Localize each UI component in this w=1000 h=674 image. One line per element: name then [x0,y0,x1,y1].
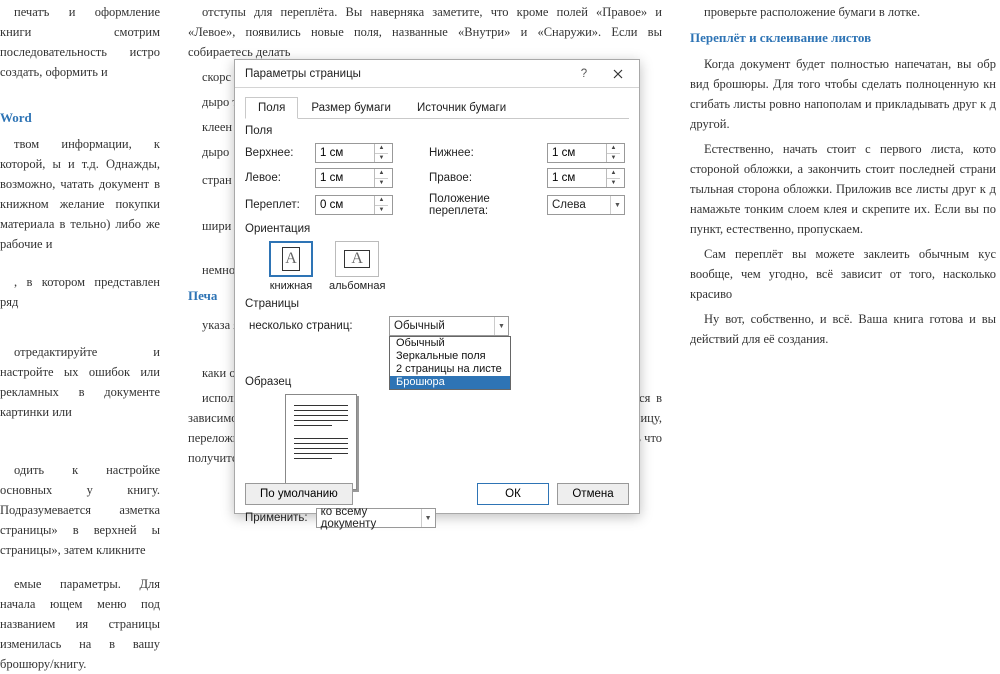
chevron-up-icon[interactable]: ▲ [607,144,620,154]
top-margin-value[interactable] [316,144,374,162]
multipage-value: Обычный [394,320,494,332]
pages-row: несколько страниц: Обычный ▼ Обычный Зер… [245,316,629,336]
para: одить к настройке основных у книгу. Подр… [0,460,160,560]
para: Естественно, начать стоит с первого лист… [690,139,996,239]
para: Сам переплёт вы можете заклеить обычным … [690,244,996,304]
cancel-button[interactable]: Отмена [557,483,629,505]
page-setup-dialog: Параметры страницы ? Поля Размер бумаги … [234,59,640,514]
help-button[interactable]: ? [567,63,601,85]
dialog-footer: По умолчанию ОК Отмена [235,475,639,513]
para: твом информации, к которой, ы и т.д. Одн… [0,134,160,254]
left-margin-input[interactable]: ▲▼ [315,168,393,188]
heading: Word [0,108,160,129]
spin-buttons[interactable]: ▲▼ [374,196,388,214]
top-label: Верхнее: [245,147,307,159]
ok-button[interactable]: ОК [477,483,549,505]
margins-group-label: Поля [245,125,629,137]
chevron-down-icon: ▼ [494,317,508,335]
chevron-down-icon[interactable]: ▼ [607,154,620,163]
chevron-down-icon: ▼ [610,196,624,214]
para: Когда документ будет полностью напечатан… [690,54,996,134]
multipage-select[interactable]: Обычный ▼ Обычный Зеркальные поля 2 стра… [389,316,509,336]
multipage-label: несколько страниц: [249,320,377,332]
chevron-up-icon[interactable]: ▲ [375,144,388,154]
chevron-up-icon[interactable]: ▲ [375,196,388,206]
para: Ну вот, собственно, и всё. Ваша книга го… [690,309,996,349]
chevron-down-icon[interactable]: ▼ [375,154,388,163]
tab-paper-size[interactable]: Размер бумаги [298,97,404,119]
gutter-input[interactable]: ▲▼ [315,195,393,215]
left-margin-value[interactable] [316,169,374,187]
dropdown-option-booklet[interactable]: Брошюра [390,376,510,389]
orientation-portrait[interactable]: A книжная [269,241,313,292]
orientation-landscape[interactable]: A альбомная [329,241,385,292]
dropdown-option-mirror[interactable]: Зеркальные поля [390,350,510,363]
chevron-up-icon[interactable]: ▲ [375,169,388,179]
landscape-icon: A [335,241,379,277]
tab-paper-source[interactable]: Источник бумаги [404,97,519,119]
spin-buttons[interactable]: ▲▼ [374,169,388,187]
spin-buttons[interactable]: ▲▼ [606,169,620,187]
close-button[interactable] [601,63,635,85]
help-icon: ? [581,68,587,80]
pages-label: Страницы [245,298,629,310]
orientation-label: Ориентация [245,223,629,235]
dropdown-option-normal[interactable]: Обычный [390,337,510,350]
bottom-margin-input[interactable]: ▲▼ [547,143,625,163]
gutter-label: Переплет: [245,199,307,211]
portrait-label: книжная [270,280,313,292]
para: отступы для переплёта. Вы наверняка заме… [188,2,662,62]
dialog-title: Параметры страницы [245,68,567,80]
margins-grid: Верхнее: ▲▼ Нижнее: ▲▼ Левое: ▲▼ Правое:… [245,143,629,217]
chevron-down-icon[interactable]: ▼ [375,206,388,215]
para: проверьте расположение бумаги в лотке. [690,2,996,22]
heading: Переплёт и склеивание листов [690,28,996,49]
gutter-position-select[interactable]: Слева ▼ [547,195,625,215]
multipage-dropdown: Обычный Зеркальные поля 2 страницы на ли… [389,336,511,390]
bottom-label: Нижнее: [429,147,539,159]
spin-buttons[interactable]: ▲▼ [374,144,388,162]
top-margin-input[interactable]: ▲▼ [315,143,393,163]
chevron-down-icon[interactable]: ▼ [607,179,620,188]
para: емые параметры. Для начала ющем меню под… [0,574,160,674]
para: печатъ и оформление книги смотрим послед… [0,2,160,82]
doc-column-right: проверьте расположение бумаги в лотке. П… [690,0,1000,598]
gutter-position-value: Слева [552,199,610,211]
gutter-value[interactable] [316,196,374,214]
orientation-row: A книжная A альбомная [245,241,629,292]
bottom-margin-value[interactable] [548,144,606,162]
right-label: Правое: [429,172,539,184]
doc-column-left: печатъ и оформление книги смотрим послед… [0,0,160,598]
gutterpos-label: Положение переплета: [429,193,539,217]
close-icon [613,69,623,79]
dropdown-option-2pages[interactable]: 2 страницы на листе [390,363,510,376]
tab-margins[interactable]: Поля [245,97,298,119]
left-label: Левое: [245,172,307,184]
para: отредактируйте и настройте ых ошибок или… [0,342,160,422]
apply-label: Применить: [245,512,308,524]
landscape-label: альбомная [329,280,385,292]
default-button[interactable]: По умолчанию [245,483,353,505]
portrait-icon: A [269,241,313,277]
tab-row: Поля Размер бумаги Источник бумаги [245,96,629,119]
para: , в котором представлен ряд [0,272,160,312]
dialog-titlebar[interactable]: Параметры страницы ? [235,60,639,88]
right-margin-input[interactable]: ▲▼ [547,168,625,188]
right-margin-value[interactable] [548,169,606,187]
spin-buttons[interactable]: ▲▼ [606,144,620,162]
chevron-up-icon[interactable]: ▲ [607,169,620,179]
chevron-down-icon[interactable]: ▼ [375,179,388,188]
